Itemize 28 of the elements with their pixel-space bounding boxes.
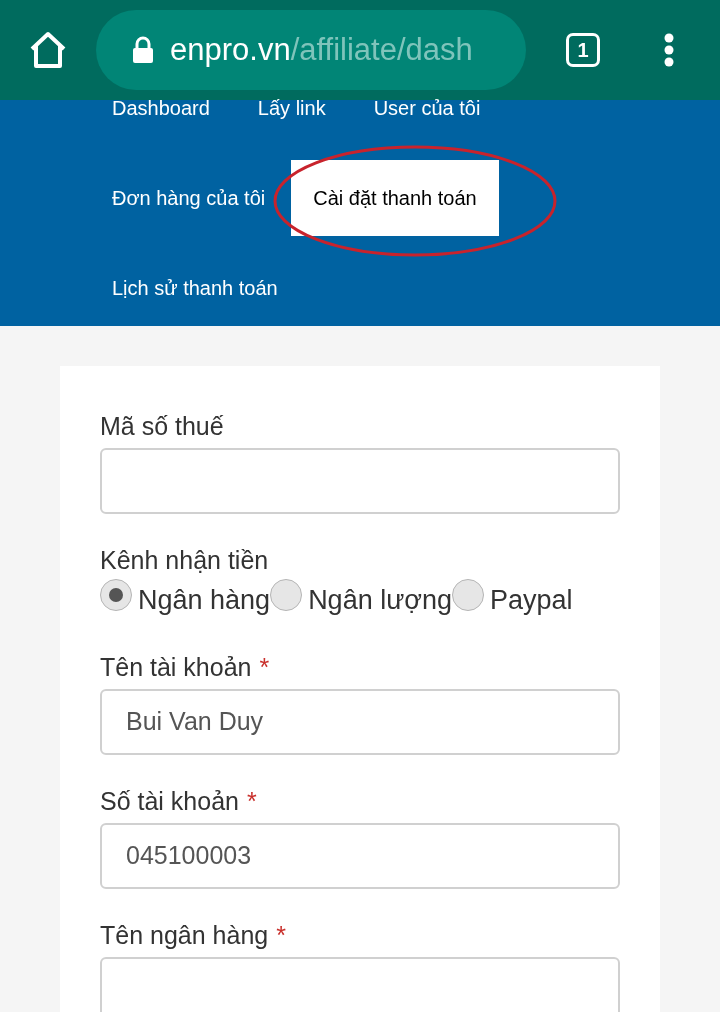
tab-count[interactable]: 1 xyxy=(566,33,600,67)
input-field[interactable] xyxy=(100,956,620,1012)
field-label: Tên tài khoản xyxy=(100,651,252,683)
required-mark: * xyxy=(247,785,257,817)
nav-link[interactable]: Cài đặt thanh toán xyxy=(291,160,499,236)
radio-button[interactable] xyxy=(100,579,132,612)
field-label: Số tài khoản xyxy=(100,785,239,817)
nav-link[interactable]: Đơn hàng của tôi xyxy=(88,160,290,236)
field-label: Tên ngân hàng xyxy=(100,919,269,951)
lock-icon xyxy=(132,36,154,64)
field-label: Mã số thuế xyxy=(100,411,224,442)
nav-link[interactable]: Lịch sử thanh toán xyxy=(88,250,302,326)
url-domain: enpro.vn xyxy=(170,30,291,69)
required-mark: * xyxy=(259,651,270,683)
home-icon[interactable] xyxy=(28,31,68,69)
field-label: Kênh nhận tiền xyxy=(100,545,270,576)
url-bar[interactable]: enpro.vn/affiliate/dash xyxy=(96,10,526,90)
menu-icon[interactable] xyxy=(664,33,674,67)
url-path: /affiliate/dash xyxy=(290,30,473,69)
required-mark: * xyxy=(276,919,286,951)
input-field[interactable]: Bui Van Duy xyxy=(100,688,620,755)
radio-label[interactable]: Paypal xyxy=(490,580,573,621)
radio-label[interactable]: Ngân hàng xyxy=(138,580,271,621)
input-field[interactable] xyxy=(100,448,620,514)
radio-button[interactable] xyxy=(270,579,303,612)
radio-button[interactable] xyxy=(452,579,484,612)
input-field[interactable]: 045100003 xyxy=(100,822,620,889)
radio-label[interactable]: Ngân lượng xyxy=(308,580,452,621)
